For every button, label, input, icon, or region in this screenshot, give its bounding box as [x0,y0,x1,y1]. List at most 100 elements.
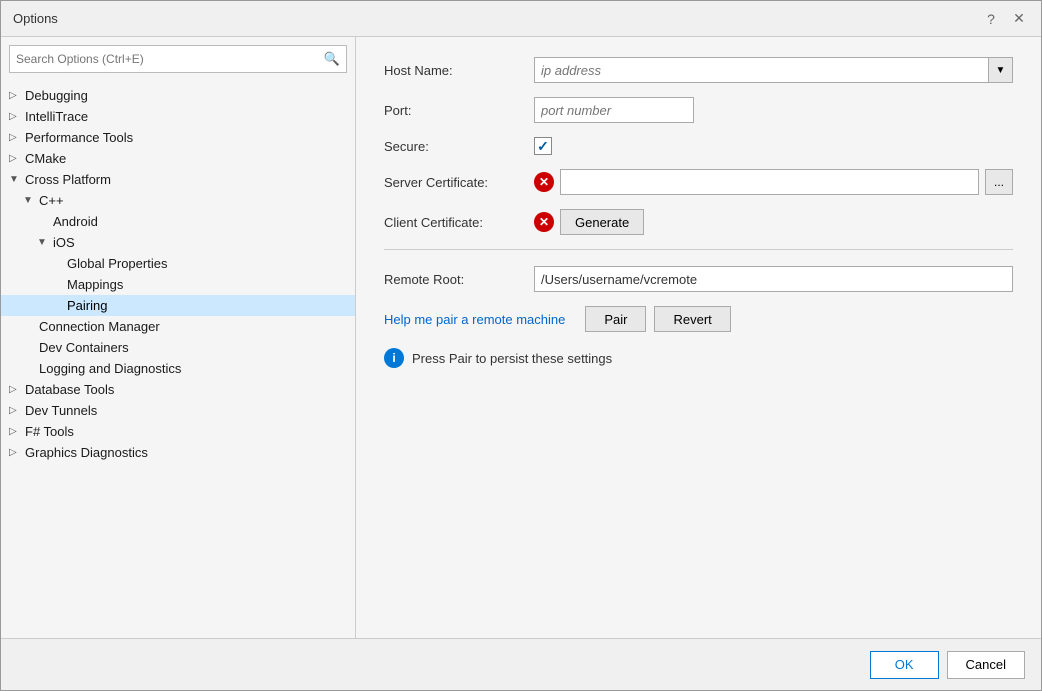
host-name-row: Host Name: ▼ [384,57,1013,83]
tree-arrow-cross-platform: ▼ [9,174,21,185]
tree-item-performance-tools[interactable]: ▷ Performance Tools [1,127,355,148]
tree-label-performance-tools: Performance Tools [25,130,133,145]
client-cert-row: Client Certificate: ✕ Generate [384,209,1013,235]
tree-item-logging-diagnostics[interactable]: Logging and Diagnostics [1,358,355,379]
server-cert-browse-button[interactable]: ... [985,169,1013,195]
tree-item-ios[interactable]: ▼ iOS [1,232,355,253]
tree-arrow-debugging: ▷ [9,90,21,101]
tree-item-database-tools[interactable]: ▷ Database Tools [1,379,355,400]
ok-button[interactable]: OK [870,651,939,679]
pair-revert-buttons: Pair Revert [585,306,730,332]
tree-item-mappings[interactable]: Mappings [1,274,355,295]
client-cert-control: ✕ Generate [534,209,1013,235]
tree-label-connection-manager: Connection Manager [39,319,160,334]
search-bar: 🔍 [9,45,347,73]
tree-item-global-properties[interactable]: Global Properties [1,253,355,274]
options-dialog: Options ? ✕ 🔍 ▷ Debugging ▷ IntelliTrace ▷ Pe… [0,0,1042,691]
tree-label-pairing: Pairing [67,298,107,313]
checkmark-icon: ✓ [537,138,549,155]
tree-label-intellitrace: IntelliTrace [25,109,88,124]
tree-item-dev-tunnels[interactable]: ▷ Dev Tunnels [1,400,355,421]
secure-control: ✓ [534,137,1013,155]
port-row: Port: [384,97,1013,123]
tree-item-fsharp-tools[interactable]: ▷ F# Tools [1,421,355,442]
host-name-combo[interactable]: ▼ [534,57,1013,83]
secure-label: Secure: [384,139,534,154]
server-cert-input[interactable] [560,169,979,195]
tree-label-cross-platform: Cross Platform [25,172,111,187]
cancel-button[interactable]: Cancel [947,651,1025,679]
tree-label-dev-tunnels: Dev Tunnels [25,403,97,418]
tree-label-dev-containers: Dev Containers [39,340,129,355]
revert-button[interactable]: Revert [654,306,730,332]
combo-arrow-icon[interactable]: ▼ [988,58,1012,82]
title-bar-buttons: ? ✕ [981,9,1029,29]
generate-button[interactable]: Generate [560,209,644,235]
tree-arrow-intellitrace: ▷ [9,111,21,122]
host-name-label: Host Name: [384,63,534,78]
tree-label-mappings: Mappings [67,277,123,292]
tree-item-cross-platform[interactable]: ▼ Cross Platform [1,169,355,190]
server-cert-row: Server Certificate: ✕ ... [384,169,1013,195]
remote-root-input[interactable] [534,266,1013,292]
title-bar: Options ? ✕ [1,1,1041,37]
server-cert-label: Server Certificate: [384,175,534,190]
info-message: Press Pair to persist these settings [412,351,612,366]
left-panel: 🔍 ▷ Debugging ▷ IntelliTrace ▷ Performance To… [1,37,356,638]
host-name-input[interactable] [535,63,988,78]
remote-root-row: Remote Root: [384,266,1013,292]
tree-arrow-ios: ▼ [37,237,49,248]
tree-label-global-properties: Global Properties [67,256,167,271]
tree-arrow-cmake: ▷ [9,153,21,164]
remote-root-control [534,266,1013,292]
search-icon: 🔍 [324,51,340,67]
dialog-title: Options [13,11,981,26]
divider [384,249,1013,250]
tree-arrow-database-tools: ▷ [9,384,21,395]
tree-item-debugging[interactable]: ▷ Debugging [1,85,355,106]
close-button[interactable]: ✕ [1009,9,1029,29]
search-input[interactable] [16,52,324,66]
main-content: 🔍 ▷ Debugging ▷ IntelliTrace ▷ Performance To… [1,37,1041,638]
server-cert-error-icon: ✕ [534,172,554,192]
tree-label-ios: iOS [53,235,75,250]
client-cert-error-icon: ✕ [534,212,554,232]
remote-root-label: Remote Root: [384,272,534,287]
tree-label-cpp: C++ [39,193,64,208]
tree-item-intellitrace[interactable]: ▷ IntelliTrace [1,106,355,127]
tree-item-android[interactable]: Android [1,211,355,232]
tree-label-debugging: Debugging [25,88,88,103]
tree-view: ▷ Debugging ▷ IntelliTrace ▷ Performance Tool… [1,81,355,638]
tree-arrow-dev-tunnels: ▷ [9,405,21,416]
tree-arrow-graphics-diagnostics: ▷ [9,447,21,458]
tree-item-graphics-diagnostics[interactable]: ▷ Graphics Diagnostics [1,442,355,463]
tree-item-cmake[interactable]: ▷CMake [1,148,355,169]
tree-item-cpp[interactable]: ▼ C++ [1,190,355,211]
tree-label-logging-diagnostics: Logging and Diagnostics [39,361,181,376]
tree-label-database-tools: Database Tools [25,382,114,397]
bottom-bar: OK Cancel [1,638,1041,690]
tree-arrow-performance-tools: ▷ [9,132,21,143]
info-icon: i [384,348,404,368]
port-label: Port: [384,103,534,118]
link-row: Help me pair a remote machine Pair Rever… [384,306,1013,332]
help-link[interactable]: Help me pair a remote machine [384,312,565,327]
server-cert-control: ✕ ... [534,169,1013,195]
port-control [534,97,1013,123]
tree-label-graphics-diagnostics: Graphics Diagnostics [25,445,148,460]
tree-label-fsharp-tools: F# Tools [25,424,74,439]
pair-button[interactable]: Pair [585,306,646,332]
tree-item-dev-containers[interactable]: Dev Containers [1,337,355,358]
secure-checkbox[interactable]: ✓ [534,137,552,155]
tree-arrow-fsharp-tools: ▷ [9,426,21,437]
port-input[interactable] [534,97,694,123]
tree-item-pairing[interactable]: Pairing [1,295,355,316]
tree-item-connection-manager[interactable]: Connection Manager [1,316,355,337]
help-button[interactable]: ? [981,9,1001,29]
right-panel: Host Name: ▼ Port: Secure: ✓ [356,37,1041,638]
secure-row: Secure: ✓ [384,137,1013,155]
tree-label-android: Android [53,214,98,229]
client-cert-label: Client Certificate: [384,215,534,230]
tree-arrow-cpp: ▼ [23,195,35,206]
info-row: i Press Pair to persist these settings [384,348,1013,368]
